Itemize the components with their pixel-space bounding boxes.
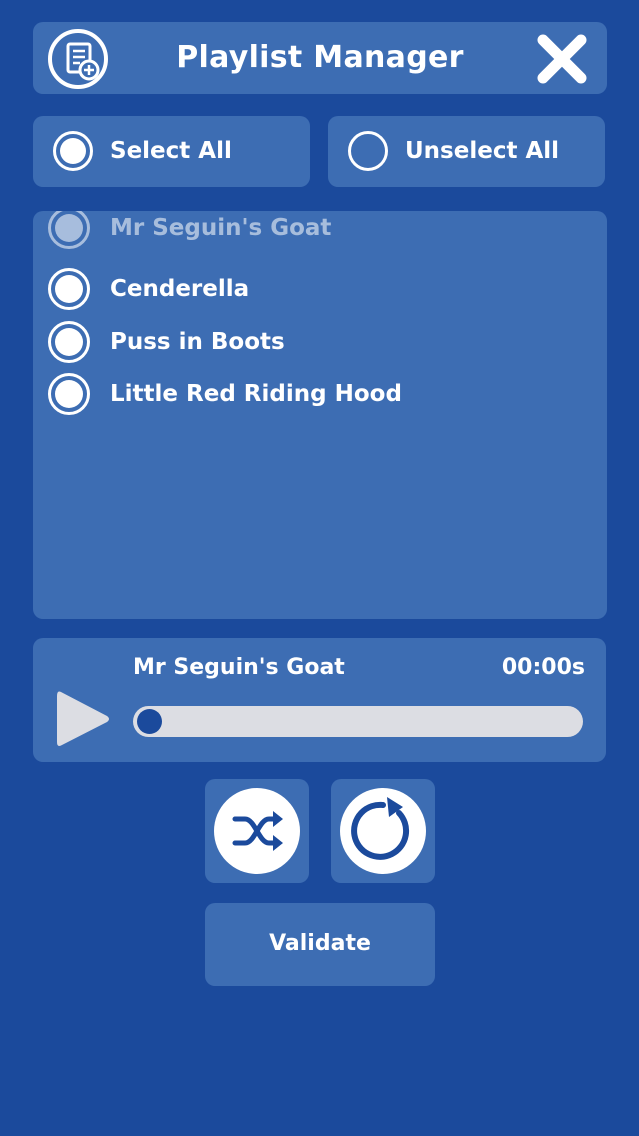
list-item-label: Cenderella (110, 276, 250, 302)
audio-player: Mr Seguin's Goat 00:00s (33, 638, 606, 762)
radio-selected-icon (53, 131, 93, 171)
play-button[interactable] (55, 688, 111, 750)
progress-slider-handle[interactable] (137, 709, 162, 734)
list-item[interactable]: Mr Seguin's Goat (48, 211, 588, 249)
close-icon (537, 34, 587, 84)
validate-button[interactable]: Validate (205, 903, 435, 986)
progress-slider[interactable] (133, 706, 583, 737)
close-button[interactable] (535, 32, 589, 86)
list-item[interactable]: Puss in Boots (48, 319, 588, 363)
select-all-label: Select All (110, 138, 232, 164)
list-item-label: Little Red Riding Hood (110, 381, 402, 407)
page-title: Playlist Manager (176, 40, 464, 75)
list-item-label: Puss in Boots (110, 329, 285, 355)
radio-selected-icon (48, 268, 90, 310)
radio-unselected-icon (348, 131, 388, 171)
elapsed-time: 00:00s (501, 655, 585, 680)
validate-label: Validate (269, 931, 371, 956)
repeat-icon (351, 797, 410, 860)
playlist-panel[interactable]: Mr Seguin's Goat Cenderella Puss in Boot… (33, 211, 607, 619)
list-item-label: Mr Seguin's Goat (110, 215, 332, 241)
radio-selected-icon (48, 321, 90, 363)
unselect-all-button[interactable]: Unselect All (328, 116, 605, 187)
unselect-all-label: Unselect All (405, 138, 560, 164)
play-icon (57, 691, 109, 746)
header-bar: Playlist Manager (33, 22, 607, 94)
radio-selected-icon (48, 211, 90, 249)
shuffle-icon (232, 811, 283, 851)
repeat-button[interactable] (331, 779, 435, 883)
track-title: Mr Seguin's Goat (133, 655, 345, 680)
list-item[interactable]: Cenderella (48, 266, 588, 310)
shuffle-button[interactable] (205, 779, 309, 883)
radio-selected-icon (48, 373, 90, 415)
select-all-button[interactable]: Select All (33, 116, 310, 187)
list-item[interactable]: Little Red Riding Hood (48, 371, 588, 415)
